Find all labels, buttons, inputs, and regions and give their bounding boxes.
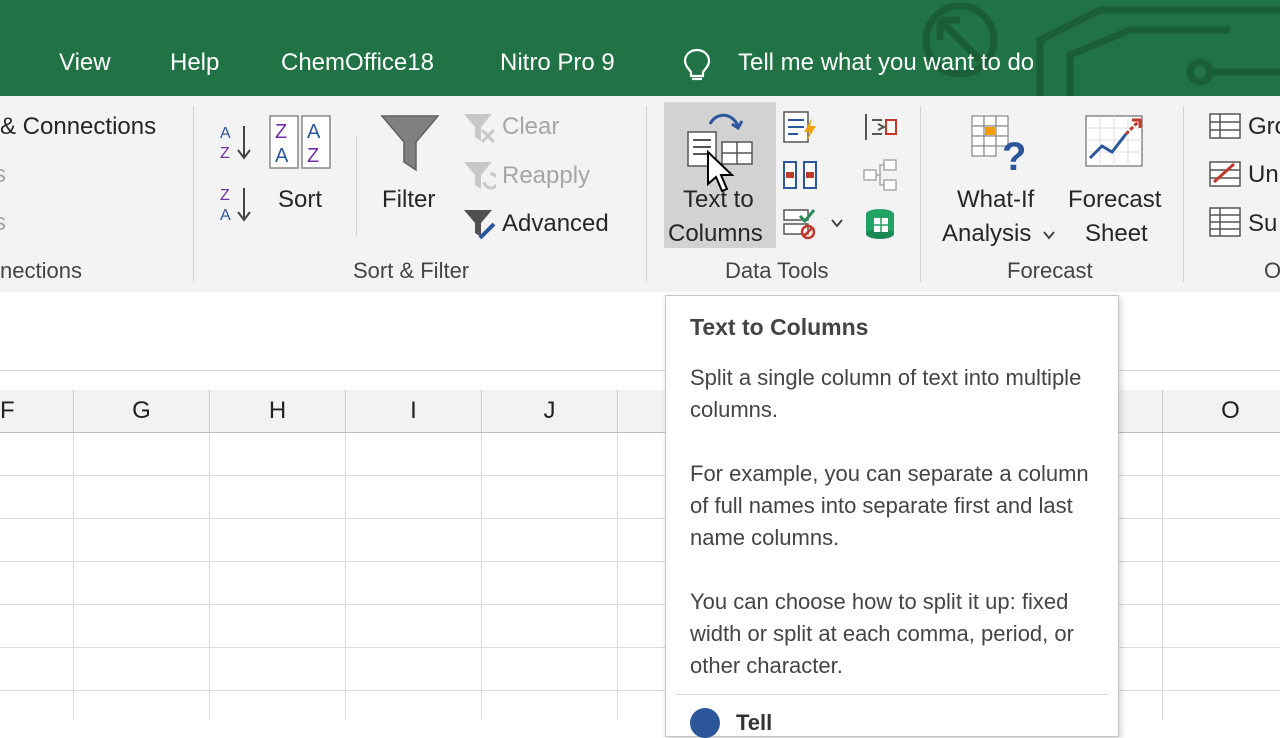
tell-me-search[interactable]: Tell me what you want to do bbox=[738, 46, 1034, 80]
column-header-i[interactable]: I bbox=[346, 390, 482, 432]
svg-text:A: A bbox=[220, 125, 231, 142]
text-to-columns-tooltip: Text to Columns Split a single column of… bbox=[665, 295, 1119, 738]
forecast-sheet-label-2[interactable]: Sheet bbox=[1085, 219, 1148, 249]
sort-z-to-a-icon[interactable]: Z A bbox=[218, 184, 252, 224]
grid-column-line bbox=[1162, 433, 1163, 720]
svg-text:?: ? bbox=[1002, 135, 1026, 176]
group-label-connections: nections bbox=[0, 258, 82, 283]
sort-a-to-z-icon[interactable]: A Z bbox=[218, 122, 252, 162]
clear-button-label[interactable]: Clear bbox=[502, 112, 559, 142]
text-to-columns-label-2[interactable]: Columns bbox=[668, 219, 763, 249]
sort-button-label[interactable]: Sort bbox=[278, 185, 322, 215]
svg-text:A: A bbox=[220, 207, 231, 224]
what-if-analysis-icon[interactable]: ? bbox=[968, 112, 1034, 176]
tooltip-title: Text to Columns bbox=[690, 314, 869, 340]
filter-button-label[interactable]: Filter bbox=[382, 185, 435, 215]
group-label-data-tools: Data Tools bbox=[725, 258, 829, 283]
forecast-sheet-icon[interactable] bbox=[1082, 112, 1148, 172]
svg-text:Z: Z bbox=[220, 187, 230, 204]
group-label-forecast: Forecast bbox=[1007, 258, 1093, 283]
tooltip-description: Split a single column of text into multi… bbox=[690, 365, 1082, 422]
tooltip-help-link[interactable]: Tell bbox=[736, 708, 772, 738]
column-header-j[interactable]: J bbox=[482, 390, 618, 432]
svg-text:Z: Z bbox=[220, 145, 230, 162]
group-button-label[interactable]: Gro bbox=[1248, 112, 1280, 142]
column-header-g[interactable]: G bbox=[74, 390, 210, 432]
group-separator bbox=[920, 106, 921, 282]
column-header-h[interactable]: H bbox=[210, 390, 346, 432]
advanced-button-label[interactable]: Advanced bbox=[502, 209, 609, 239]
forecast-sheet-label-1[interactable]: Forecast bbox=[1068, 185, 1161, 215]
svg-text:A: A bbox=[275, 145, 289, 167]
properties-button-partial[interactable]: s bbox=[0, 160, 6, 190]
grid-column-line bbox=[345, 433, 346, 720]
clear-filter-icon[interactable] bbox=[462, 112, 496, 144]
text-to-columns-label-1[interactable]: Text to bbox=[683, 185, 754, 215]
lightbulb-icon[interactable] bbox=[683, 48, 711, 82]
group-label-outline: O bbox=[1264, 258, 1280, 283]
what-if-analysis-label-1[interactable]: What-If bbox=[957, 185, 1034, 215]
relationships-icon[interactable] bbox=[862, 158, 898, 192]
group-separator bbox=[646, 106, 647, 282]
ungroup-button-label[interactable]: Un bbox=[1248, 160, 1279, 190]
help-icon[interactable] bbox=[690, 708, 720, 738]
chevron-down-icon[interactable] bbox=[1042, 228, 1056, 242]
reapply-filter-icon[interactable] bbox=[462, 160, 496, 192]
queries-connections-button[interactable]: & Connections bbox=[0, 112, 156, 142]
tab-chemoffice18[interactable]: ChemOffice18 bbox=[281, 46, 434, 80]
group-label-sort-filter: Sort & Filter bbox=[353, 258, 470, 283]
tab-help[interactable]: Help bbox=[170, 46, 219, 80]
grid-column-line bbox=[209, 433, 210, 720]
subtotal-icon[interactable] bbox=[1208, 206, 1242, 238]
grid-column-line bbox=[617, 433, 618, 720]
tab-view[interactable]: View bbox=[59, 46, 111, 80]
grid-column-line bbox=[73, 433, 74, 720]
column-header-o[interactable]: O bbox=[1163, 390, 1280, 432]
advanced-filter-icon[interactable] bbox=[462, 208, 496, 240]
edit-links-button-partial[interactable]: s bbox=[0, 208, 6, 238]
grid-column-line bbox=[481, 433, 482, 720]
group-separator bbox=[1183, 106, 1184, 282]
title-bar: View Help ChemOffice18 Nitro Pro 9 Tell … bbox=[0, 0, 1280, 96]
ribbon: & Connections s s nections A Z Z A Z A A… bbox=[0, 96, 1280, 293]
ungroup-icon[interactable] bbox=[1208, 158, 1242, 190]
flash-fill-icon[interactable] bbox=[782, 110, 818, 144]
tooltip-example: For example, you can separate a column o… bbox=[690, 461, 1089, 550]
subtotal-button-label[interactable]: Su bbox=[1248, 209, 1277, 239]
sort-icon[interactable]: Z A A Z bbox=[268, 114, 332, 170]
svg-text:Z: Z bbox=[307, 145, 319, 167]
data-validation-icon[interactable] bbox=[782, 206, 818, 240]
consolidate-icon[interactable] bbox=[862, 110, 898, 144]
chevron-down-icon[interactable] bbox=[830, 216, 844, 230]
group-icon[interactable] bbox=[1208, 110, 1242, 142]
filter-funnel-icon[interactable] bbox=[378, 112, 442, 174]
manage-data-model-icon[interactable] bbox=[862, 206, 898, 240]
tooltip-options: You can choose how to split it up: fixed… bbox=[690, 589, 1074, 678]
column-header-f[interactable]: F bbox=[0, 390, 74, 432]
svg-text:Z: Z bbox=[275, 121, 287, 143]
what-if-analysis-label-2[interactable]: Analysis bbox=[942, 219, 1031, 249]
sort-filter-inner-separator bbox=[356, 136, 357, 236]
reapply-button-label[interactable]: Reapply bbox=[502, 161, 590, 191]
tooltip-divider bbox=[676, 694, 1108, 695]
group-separator bbox=[193, 106, 194, 282]
remove-duplicates-icon[interactable] bbox=[782, 158, 818, 192]
tab-nitro-pro-9[interactable]: Nitro Pro 9 bbox=[500, 46, 615, 80]
svg-text:A: A bbox=[307, 121, 321, 143]
